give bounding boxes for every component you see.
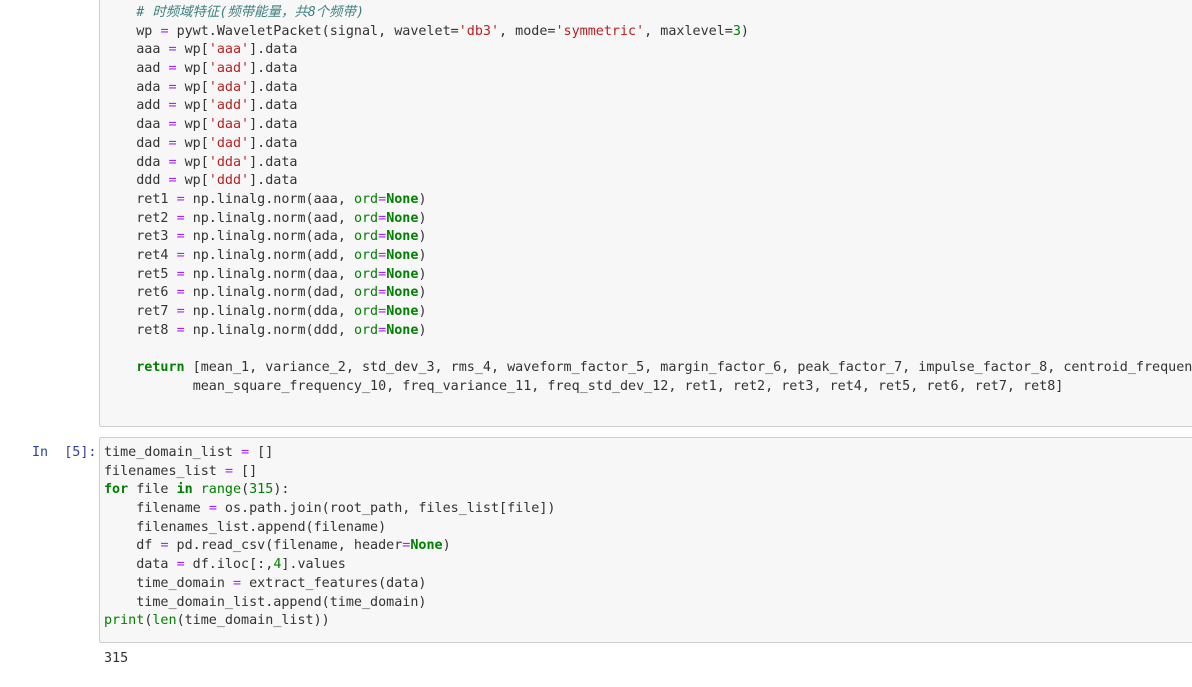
norm-lines: ret1 = np.linalg.norm(aaa, ord=None) ret… — [104, 191, 1192, 341]
code-line: filenames_list.append(filename) — [136, 519, 387, 535]
code-line: filenames_list = [] — [104, 463, 258, 479]
code-line-norm: ret5 = np.linalg.norm(daa, ord=None) — [136, 266, 427, 282]
code-line-band: aad = wp['aad'].data — [136, 61, 298, 77]
code-line-band: ddd = wp['ddd'].data — [136, 173, 298, 189]
code-line-band: aaa = wp['aaa'].data — [136, 42, 298, 58]
code-line-norm: ret8 = np.linalg.norm(ddd, ord=None) — [136, 322, 427, 338]
code-line: print(len(time_domain_list)) — [104, 613, 330, 629]
code-line-norm: ret3 = np.linalg.norm(ada, ord=None) — [136, 229, 427, 245]
code-line-band: daa = wp['daa'].data — [136, 117, 298, 133]
code-line-band: dad = wp['dad'].data — [136, 135, 298, 151]
code-line: filename = os.path.join(root_path, files… — [136, 501, 556, 517]
code-line: time_domain_list = [] — [104, 445, 274, 460]
code-line-wavelet: wp = pywt.WaveletPacket(signal, wavelet=… — [136, 23, 749, 39]
code-line: df = pd.read_csv(filename, header=None) — [136, 538, 451, 554]
cell-2-prompt: In [5]: — [32, 445, 97, 460]
code-line-norm: ret4 = np.linalg.norm(add, ord=None) — [136, 247, 427, 263]
code-line-norm: ret7 = np.linalg.norm(dda, ord=None) — [136, 304, 427, 319]
code-line-norm: ret1 = np.linalg.norm(aaa, ord=None) — [136, 191, 427, 207]
code-line-band: ada = wp['ada'].data — [136, 79, 298, 95]
code-line-norm: ret2 = np.linalg.norm(aad, ord=None) — [136, 210, 427, 226]
code-line-band: dda = wp['dda'].data — [136, 154, 298, 170]
code-line-return-2: mean_square_frequency_10, freq_variance_… — [192, 378, 1064, 394]
code-cell-1-code: # 时频域特征(频带能量，共8个频带) wp = pywt.WaveletPac… — [104, 4, 1192, 396]
code-line-band: add = wp['add'].data — [136, 98, 298, 114]
band-lines: aaa = wp['aaa'].data aad = wp['aad'].dat… — [104, 41, 1192, 191]
code-line: for file in range(315): — [104, 482, 290, 498]
code-line-comment: # 时频域特征(频带能量，共8个频带) — [136, 5, 365, 20]
code-line: data = df.iloc[:,4].values — [136, 557, 346, 573]
code-line-norm: ret6 = np.linalg.norm(dad, ord=None) — [136, 285, 427, 301]
cell-2-output: 315 — [104, 651, 129, 666]
code-cell-2-code: time_domain_list = [] filenames_list = [… — [104, 444, 555, 631]
code-line: time_domain = extract_features(data) — [136, 575, 427, 591]
code-line-return-1: return [mean_1, variance_2, std_dev_3, r… — [136, 360, 1192, 376]
code-line: time_domain_list.append(time_domain) — [136, 594, 427, 610]
